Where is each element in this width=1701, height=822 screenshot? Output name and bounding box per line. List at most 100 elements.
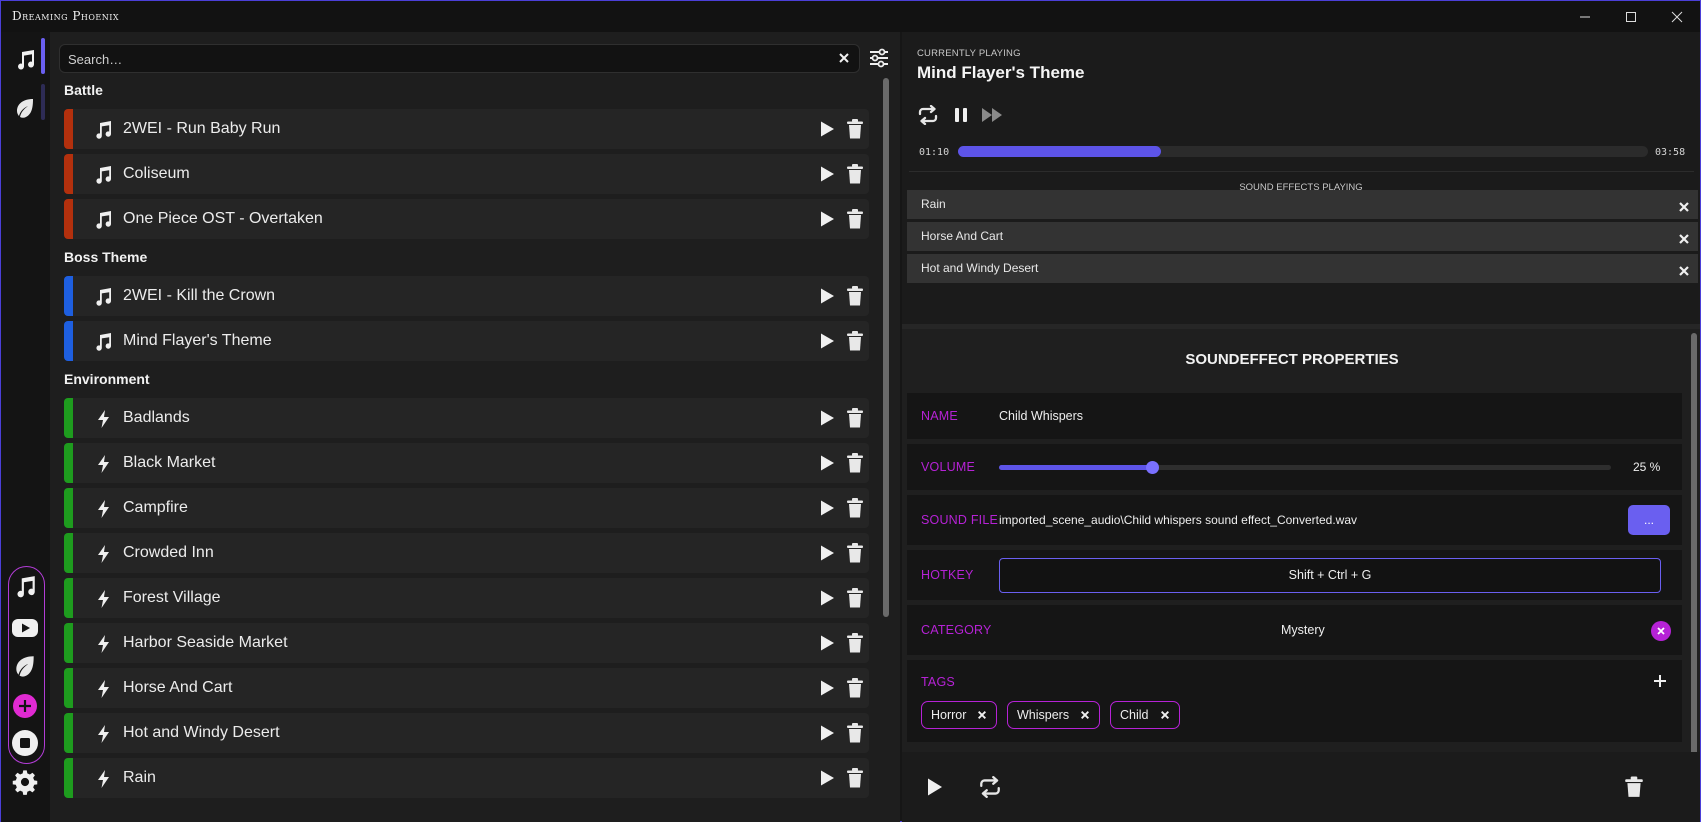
divider [909,171,1694,172]
list-item[interactable]: Campfire [64,488,869,528]
stop-sound-effect-button[interactable] [1678,230,1690,244]
play-button[interactable] [818,724,836,742]
repeat-button[interactable] [915,102,941,128]
bolt-icon [98,455,109,473]
remove-tag-button[interactable] [1080,710,1090,720]
play-button[interactable] [818,120,836,138]
category-value[interactable]: Mystery [1281,623,1325,637]
leaf-icon [16,656,34,677]
tag-chip[interactable]: Horror [921,701,998,729]
list-item[interactable]: 2WEI - Kill the Crown [64,276,869,316]
tag-chip[interactable]: Child [1110,701,1180,729]
delete-button[interactable] [846,453,864,473]
delete-button[interactable] [846,119,864,139]
pause-button[interactable] [948,102,974,128]
delete-button[interactable] [846,408,864,428]
delete-soundeffect-button[interactable] [1621,774,1647,800]
rail-add-music-button[interactable] [9,571,41,603]
music-note-icon [96,211,112,229]
settings-button[interactable] [9,766,41,798]
remove-tag-button[interactable] [977,710,987,720]
play-button[interactable] [818,332,836,350]
category-color-bar [64,321,73,361]
name-value[interactable]: Child Whispers [999,409,1083,423]
delete-button[interactable] [846,498,864,518]
search-input[interactable] [68,50,828,68]
list-item[interactable]: Forest Village [64,578,869,618]
stop-all-button[interactable] [9,727,41,759]
delete-button[interactable] [846,588,864,608]
preview-play-button[interactable] [922,774,948,800]
category-header: Boss Theme [64,249,148,265]
playback-progress[interactable] [958,146,1648,157]
stop-sound-effect-button[interactable] [1678,262,1690,276]
rail-ambience-button[interactable] [9,92,41,124]
play-button[interactable] [818,210,836,228]
delete-button[interactable] [846,678,864,698]
rail-add-button[interactable] [9,690,41,722]
clear-search-icon[interactable] [837,51,851,65]
list-item[interactable]: Harbor Seaside Market [64,623,869,663]
list-item[interactable]: Crowded Inn [64,533,869,573]
play-button[interactable] [818,634,836,652]
delete-button[interactable] [846,633,864,653]
maximize-button[interactable] [1608,1,1654,32]
list-item-label: 2WEI - Run Baby Run [123,120,281,137]
hotkey-field[interactable]: Shift + Ctrl + G [999,558,1661,593]
properties-scrollbar[interactable] [1691,333,1697,755]
list-item[interactable]: Horse And Cart [64,668,869,708]
list-item[interactable]: One Piece OST - Overtaken [64,199,869,239]
loop-toggle-button[interactable] [977,774,1003,800]
tags-row: TAGS Horror Whispers Child [907,660,1682,742]
rail-youtube-button[interactable] [9,612,41,644]
minimize-button[interactable] [1562,1,1608,32]
delete-button[interactable] [846,331,864,351]
add-tag-icon[interactable] [1652,673,1668,689]
rail-music-button[interactable] [9,44,41,76]
delete-button[interactable] [846,209,864,229]
volume-slider[interactable] [999,461,1611,474]
tag-chip[interactable]: Whispers [1007,701,1101,729]
list-item[interactable]: 2WEI - Run Baby Run [64,109,869,149]
total-time: 03:58 [1655,147,1686,158]
delete-button[interactable] [846,286,864,306]
play-button[interactable] [818,454,836,472]
remove-tag-button[interactable] [1160,710,1170,720]
trash-icon [847,164,863,184]
tag-label: Child [1120,708,1149,722]
close-window-button[interactable] [1654,1,1700,32]
category-row: CATEGORY Mystery [907,605,1682,655]
play-button[interactable] [818,409,836,427]
volume-slider-handle[interactable] [1146,461,1159,474]
list-item-label: One Piece OST - Overtaken [123,210,323,227]
play-button[interactable] [818,679,836,697]
play-button[interactable] [818,589,836,607]
delete-button[interactable] [846,543,864,563]
play-button[interactable] [818,544,836,562]
trash-icon [847,588,863,608]
play-button[interactable] [818,165,836,183]
play-button[interactable] [818,287,836,305]
filter-button[interactable] [867,44,891,72]
list-item[interactable]: Mind Flayer's Theme [64,321,869,361]
play-button[interactable] [818,769,836,787]
delete-button[interactable] [846,164,864,184]
name-label: NAME [921,409,958,423]
bolt-icon [98,410,109,428]
clear-category-button[interactable] [1651,621,1671,641]
play-button[interactable] [818,499,836,517]
category-color-bar [64,154,73,194]
stop-sound-effect-button[interactable] [1678,198,1690,212]
minimize-icon [1580,16,1590,17]
delete-button[interactable] [846,723,864,743]
list-item[interactable]: Badlands [64,398,869,438]
list-item[interactable]: Black Market [64,443,869,483]
skip-button[interactable] [980,102,1006,128]
browse-file-button[interactable]: ... [1628,505,1670,535]
delete-button[interactable] [846,768,864,788]
library-scrollbar[interactable] [883,78,889,617]
list-item[interactable]: Hot and Windy Desert [64,713,869,753]
list-item[interactable]: Rain [64,758,869,798]
rail-add-ambience-button[interactable] [9,650,41,682]
list-item[interactable]: Coliseum [64,154,869,194]
